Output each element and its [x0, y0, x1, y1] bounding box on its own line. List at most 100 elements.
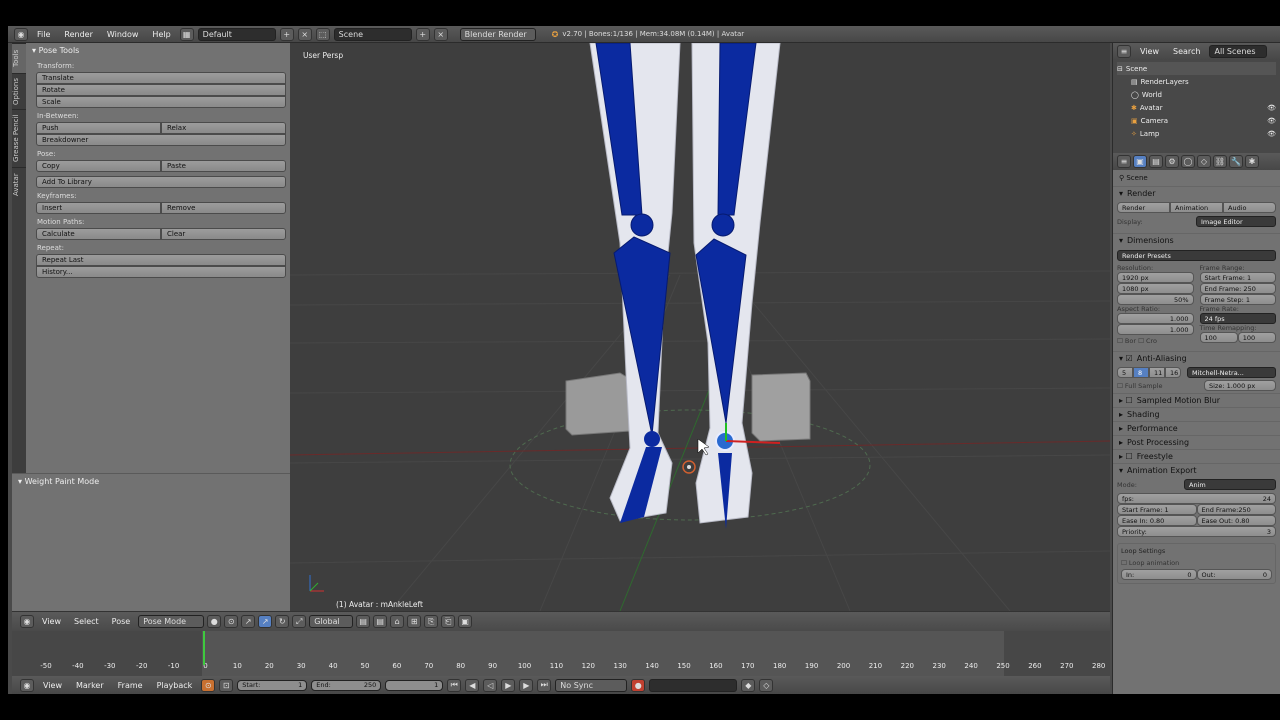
priority-field[interactable]: Priority: 3 [1117, 526, 1276, 537]
copy-pose-icon[interactable]: ⎘ [424, 615, 439, 628]
editor-type-icon[interactable]: ◉ [20, 678, 34, 692]
rotate-manip-icon[interactable]: ↻ [275, 615, 290, 628]
visibility-eye-icon[interactable]: 👁 [1267, 130, 1276, 138]
relax-button[interactable]: Relax [161, 122, 286, 134]
border-checkbox[interactable]: ☐ Bor ☐ Cro [1117, 337, 1194, 345]
editor-type-icon[interactable]: ◉ [14, 27, 28, 41]
translate-manip-icon[interactable]: ↗ [258, 615, 273, 628]
render-layers-tab-icon[interactable]: ▤ [1149, 155, 1163, 168]
end-frame-field[interactable]: End: 250 [311, 679, 382, 691]
resolution-y-field[interactable]: 1080 px [1117, 283, 1194, 294]
menu-view[interactable]: View [37, 617, 66, 626]
animation-button[interactable]: Animation [1170, 202, 1223, 213]
repeat-last-button[interactable]: Repeat Last [36, 254, 286, 266]
aspect-x-field[interactable]: 1.000 [1117, 313, 1194, 324]
aa-filter-dropdown[interactable]: Mitchell-Netra... [1187, 367, 1276, 378]
export-start-field[interactable]: Start Frame: 1 [1117, 504, 1197, 515]
scene-tab-icon[interactable]: ⚙ [1165, 155, 1179, 168]
menu-select[interactable]: Select [69, 617, 104, 626]
menu-frame[interactable]: Frame [113, 681, 148, 690]
frame-step-field[interactable]: Frame Step: 1 [1199, 294, 1276, 305]
copy-button[interactable]: Copy [36, 160, 161, 172]
insert-keyframe-button[interactable]: Insert [36, 202, 161, 214]
tab-grease-pencil[interactable]: Grease Pencil [12, 109, 26, 167]
export-mode-dropdown[interactable]: Anim [1184, 479, 1276, 490]
current-frame-field[interactable]: 1 [385, 679, 444, 691]
paste-pose-icon[interactable]: ⎗ [441, 615, 456, 628]
sampled-motion-blur-header[interactable]: ▸ ☐ Sampled Motion Blur [1113, 393, 1280, 407]
full-sample-checkbox[interactable]: ☐ Full Sample [1117, 382, 1162, 390]
range-lock-icon[interactable]: ⊡ [219, 678, 234, 692]
outliner-item-scene[interactable]: ⊟ Scene [1117, 62, 1276, 75]
loop-animation-checkbox[interactable]: ☐ Loop animation [1121, 559, 1272, 567]
insert-key-icon[interactable]: ◆ [741, 678, 756, 692]
history-button[interactable]: History... [36, 266, 286, 278]
start-frame-field[interactable]: Start: 1 [237, 679, 308, 691]
keying-set-field[interactable] [649, 678, 738, 692]
remap-new-field[interactable]: 100 [1237, 332, 1276, 343]
ease-in-field[interactable]: Ease In: 0.80 [1117, 515, 1197, 526]
aa-level-5[interactable]: 5 [1117, 367, 1133, 378]
sync-dropdown[interactable]: No Sync [555, 678, 628, 692]
add-scene-icon[interactable]: + [415, 27, 430, 41]
menu-view[interactable]: View [1135, 47, 1164, 56]
menu-window[interactable]: Window [102, 30, 144, 39]
editor-type-icon[interactable]: ≡ [1117, 155, 1131, 168]
shading-icon[interactable]: ● [207, 615, 222, 628]
end-frame-field[interactable]: End Frame: 250 [1199, 283, 1276, 294]
manipulator-icon[interactable]: ↗ [241, 615, 256, 628]
record-icon[interactable]: ● [631, 678, 646, 692]
next-key-icon[interactable]: ▶ [519, 678, 534, 692]
tab-options[interactable]: Options [12, 73, 26, 109]
orientation-dropdown[interactable]: Global [309, 615, 354, 628]
menu-marker[interactable]: Marker [71, 681, 109, 690]
layout-grid-icon[interactable]: ▦ [179, 27, 194, 41]
clear-button[interactable]: Clear [161, 228, 286, 240]
editor-type-icon[interactable]: ≡ [1117, 45, 1131, 58]
export-end-field[interactable]: End Frame:250 [1196, 504, 1276, 515]
start-frame-field[interactable]: Start Frame: 1 [1199, 272, 1276, 283]
jump-end-icon[interactable]: ⏭ [537, 678, 552, 692]
frame-rate-dropdown[interactable]: 24 fps [1199, 313, 1276, 324]
3d-viewport[interactable]: User Persp (1) Avatar : mAnkleLeft [290, 43, 1110, 611]
breakdowner-button[interactable]: Breakdowner [36, 134, 286, 146]
translate-button[interactable]: Translate [36, 72, 286, 84]
aspect-y-field[interactable]: 1.000 [1117, 324, 1194, 335]
panel-header[interactable]: ▾ Pose Tools [26, 43, 290, 58]
render-engine-dropdown[interactable]: Blender Render [459, 27, 536, 41]
remove-keyframe-button[interactable]: Remove [161, 202, 286, 214]
aa-level-16[interactable]: 16 [1165, 367, 1181, 378]
modifiers-tab-icon[interactable]: 🔧 [1229, 155, 1243, 168]
play-icon[interactable]: ▶ [501, 678, 516, 692]
performance-header[interactable]: ▸ Performance [1113, 421, 1280, 435]
freestyle-header[interactable]: ▸ ☐ Freestyle [1113, 449, 1280, 463]
outliner-item-lamp[interactable]: ✧ Lamp 👁 [1117, 127, 1276, 140]
outliner-item-world[interactable]: ◯ World [1117, 88, 1276, 101]
aa-level-11[interactable]: 11 [1149, 367, 1165, 378]
audio-button[interactable]: Audio [1223, 202, 1276, 213]
pivot-icon[interactable]: ⊙ [224, 615, 239, 628]
jump-start-icon[interactable]: ⏮ [447, 678, 462, 692]
layers-icon[interactable]: ▤ [356, 615, 371, 628]
object-tab-icon[interactable]: ◇ [1197, 155, 1211, 168]
menu-playback[interactable]: Playback [152, 681, 198, 690]
post-processing-header[interactable]: ▸ Post Processing [1113, 435, 1280, 449]
add-to-library-button[interactable]: Add To Library [36, 176, 286, 188]
prev-key-icon[interactable]: ◀ [465, 678, 480, 692]
push-button[interactable]: Push [36, 122, 161, 134]
render-button[interactable]: Render [1117, 202, 1170, 213]
screen-layout-field[interactable]: Default [197, 27, 276, 41]
outliner-item-avatar[interactable]: ✱ Avatar 👁 [1117, 101, 1276, 114]
constraints-tab-icon[interactable]: ⛓ [1213, 155, 1227, 168]
snap-icon[interactable]: ⊞ [407, 615, 422, 628]
world-tab-icon[interactable]: ◯ [1181, 155, 1195, 168]
menu-view[interactable]: View [38, 681, 67, 690]
menu-help[interactable]: Help [147, 30, 175, 39]
animation-export-header[interactable]: ▾ Animation Export [1113, 463, 1280, 477]
visibility-eye-icon[interactable]: 👁 [1267, 104, 1276, 112]
paste-button[interactable]: Paste [161, 160, 286, 172]
loop-in-field[interactable]: In: 0 [1121, 569, 1197, 580]
add-layout-icon[interactable]: + [279, 27, 294, 41]
outliner-item-camera[interactable]: ▣ Camera 👁 [1117, 114, 1276, 127]
scene-icon[interactable]: ⬚ [315, 27, 330, 41]
